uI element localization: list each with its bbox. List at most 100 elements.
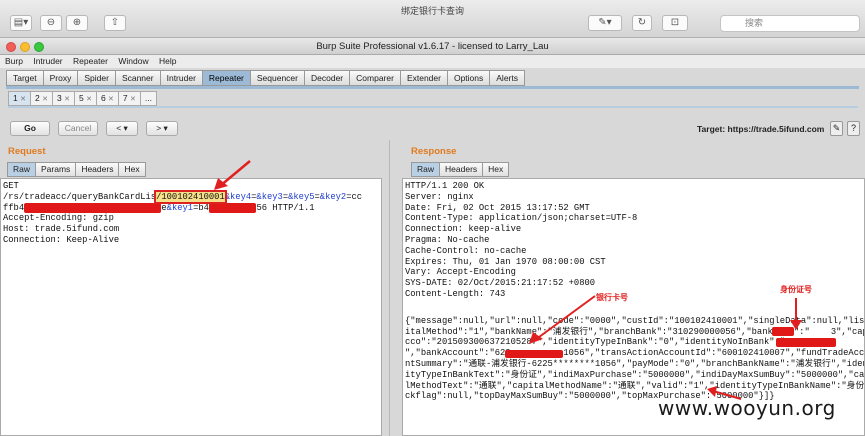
request-header-line: Accept-Encoding: gzip	[3, 213, 114, 224]
tab-decoder[interactable]: Decoder	[304, 70, 350, 86]
cancel-button[interactable]: Cancel	[58, 121, 98, 136]
repeater-tab-3[interactable]: 3 ✕	[51, 91, 74, 106]
response-header-line: Date: Fri, 02 Oct 2015 13:17:52 GMT	[405, 202, 590, 213]
menu-bar: Burp Intruder Repeater Window Help	[0, 55, 865, 68]
close-icon[interactable]: ✕	[130, 96, 136, 103]
close-icon[interactable]: ✕	[42, 96, 48, 103]
response-tab-headers[interactable]: Headers	[439, 162, 483, 177]
repeater-tab-5[interactable]: 5 ✕	[73, 91, 96, 106]
response-header-line: Connection: keep-alive	[405, 224, 522, 235]
split-pane-divider[interactable]	[382, 140, 398, 436]
response-tab-raw[interactable]: Raw	[411, 162, 440, 177]
tab-target[interactable]: Target	[6, 70, 43, 86]
redaction-mark	[776, 338, 836, 347]
request-tab-hex[interactable]: Hex	[118, 162, 146, 177]
response-body-line: ntSummary":"通联-浦发银行-6225********1056","p…	[405, 358, 865, 369]
chevron-down-icon: ▾	[163, 123, 168, 133]
zoom-window-button[interactable]	[34, 42, 44, 52]
minimize-window-button[interactable]	[20, 42, 30, 52]
tab-comparer[interactable]: Comparer	[349, 70, 400, 86]
tab-intruder[interactable]: Intruder	[159, 70, 202, 86]
markup-button[interactable]: ✎▾	[588, 15, 622, 31]
close-icon[interactable]: ✕	[64, 96, 70, 103]
request-tab-params[interactable]: Params	[35, 162, 76, 177]
pencil-icon: ✎	[832, 123, 841, 133]
request-tab-raw[interactable]: Raw	[7, 162, 36, 177]
annotation-arrow-request	[214, 160, 251, 190]
response-tab-hex[interactable]: Hex	[482, 162, 510, 177]
repeater-tab-6[interactable]: 6 ✕	[95, 91, 118, 106]
burp-window-title: Burp Suite Professional v1.6.17 - licens…	[0, 38, 865, 55]
watermark: www.wooyun.org	[658, 396, 836, 420]
response-header-line: Content-Type: application/json;charset=U…	[405, 213, 638, 224]
toolbox-button[interactable]: ⊡	[662, 15, 688, 31]
edit-target-button[interactable]: ✎	[830, 121, 843, 136]
toolbox-icon: ⊡	[670, 17, 680, 28]
menu-help[interactable]: Help	[154, 55, 179, 66]
menu-repeater[interactable]: Repeater	[68, 55, 111, 66]
repeater-tab-1[interactable]: 1 ✕	[8, 91, 30, 106]
subtab-underline	[8, 106, 858, 108]
request-header-line: Connection: Keep-Alive	[3, 234, 120, 245]
help-icon: ?	[850, 123, 856, 133]
tab-spider[interactable]: Spider	[77, 70, 115, 86]
response-tabs: Raw Headers Hex	[411, 162, 510, 177]
repeater-tab-2[interactable]: 2 ✕	[29, 91, 52, 106]
search-input[interactable]: 搜索	[720, 15, 860, 32]
sidebar-toggle-button[interactable]: ▤▾	[10, 15, 32, 31]
response-header-line: Server: nginx	[405, 191, 474, 202]
response-header-line: Cache-Control: no-cache	[405, 245, 527, 256]
tab-repeater[interactable]: Repeater	[201, 70, 250, 86]
annotation-arrow-bank	[529, 295, 596, 344]
response-header-line: Vary: Accept-Encoding	[405, 267, 516, 278]
zoom-out-button[interactable]: ⊖	[40, 15, 62, 31]
annotation-arrow-id	[790, 298, 802, 330]
redaction-mark	[505, 350, 563, 358]
share-icon: ⇧	[110, 17, 120, 28]
target-label: Target: https://trade.5ifund.com	[697, 124, 825, 134]
tab-alerts[interactable]: Alerts	[489, 70, 525, 86]
menu-window[interactable]: Window	[113, 55, 151, 66]
rotate-button[interactable]: ↻	[632, 15, 652, 31]
annotation-bank-card: 银行卡号	[596, 293, 628, 302]
close-icon[interactable]: ✕	[86, 96, 92, 103]
request-editor[interactable]: GET/rs/tradeacc/queryBankCardLis/1001024…	[0, 178, 382, 436]
go-button[interactable]: Go	[10, 121, 50, 136]
request-tab-headers[interactable]: Headers	[75, 162, 119, 177]
redaction-mark: xxxxxxxxx	[208, 202, 257, 213]
close-icon[interactable]: ✕	[20, 96, 26, 103]
tab-options[interactable]: Options	[446, 70, 490, 86]
main-tab-bar: Target Proxy Spider Scanner Intruder Rep…	[6, 70, 525, 86]
help-button[interactable]: ?	[847, 121, 860, 136]
repeater-tab-7[interactable]: 7 ✕	[117, 91, 140, 106]
highlighted-cust-id: /100102410001	[154, 189, 227, 204]
request-line-path: /rs/tradeacc/queryBankCardLis/1001024100…	[3, 189, 363, 204]
tab-extender[interactable]: Extender	[399, 70, 447, 86]
response-header-line: Pragma: No-cache	[405, 234, 490, 245]
request-tabs: Raw Params Headers Hex	[7, 162, 146, 177]
menu-intruder[interactable]: Intruder	[28, 55, 65, 66]
request-line-keys: ffb4xxxxxxxxxxxxxxxxxxxxxxxxxxe&key1=b4x…	[3, 202, 315, 213]
response-title: Response	[411, 146, 457, 157]
repeater-tab-new[interactable]: ...	[139, 91, 157, 106]
back-button[interactable]: < ▾	[106, 121, 138, 136]
menu-burp[interactable]: Burp	[0, 55, 26, 66]
close-window-button[interactable]	[6, 42, 16, 52]
response-body-line: lMethodText":"通联","capitalMethodName":"通…	[405, 380, 865, 391]
annotation-id-card: 身份证号	[780, 285, 812, 294]
repeater-tab-bar: 1 ✕ 2 ✕ 3 ✕ 5 ✕ 6 ✕ 7 ✕ ...	[8, 91, 157, 106]
tab-proxy[interactable]: Proxy	[42, 70, 78, 86]
share-button[interactable]: ⇧	[104, 15, 126, 31]
request-title: Request	[8, 146, 46, 157]
rotate-icon: ↻	[637, 17, 647, 28]
tab-scanner[interactable]: Scanner	[114, 70, 160, 86]
tab-sequencer[interactable]: Sequencer	[249, 70, 304, 86]
tab-underline	[6, 86, 859, 89]
zoom-in-button[interactable]: ⊕	[66, 15, 88, 31]
response-header-line: Expires: Thu, 01 Jan 1970 08:00:00 CST	[405, 256, 606, 267]
response-body-line: ityTypeInBankText":"身份证","indiMaxPurchas…	[405, 369, 865, 380]
forward-button[interactable]: > ▾	[146, 121, 178, 136]
close-icon[interactable]: ✕	[108, 96, 114, 103]
redaction-mark: xxxxxxxxxxxxxxxxxxxxxxxxxx	[24, 202, 162, 213]
response-body-line: ","bankAccount":"622 1056","transActionA…	[405, 348, 865, 359]
